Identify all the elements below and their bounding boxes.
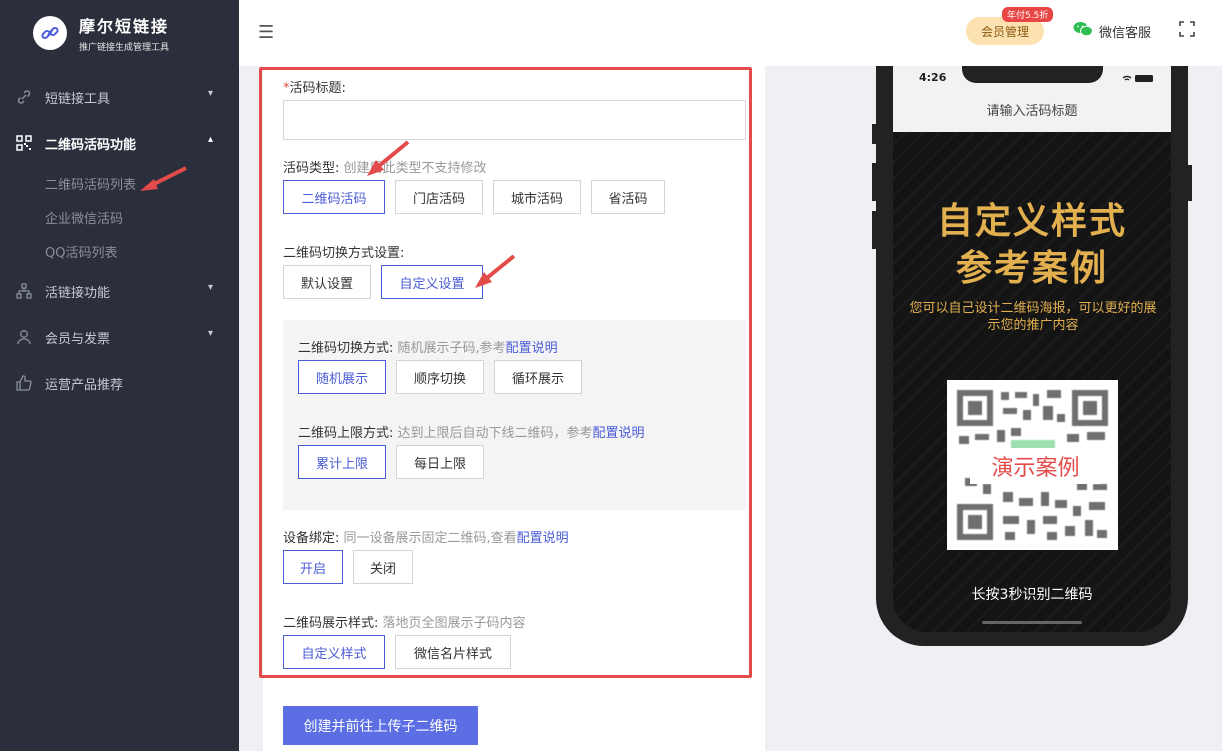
sidebar-subitem-qrcode-list[interactable]: 二维码活码列表 [0,166,239,200]
sidebar: 摩尔短链接 推广链接生成管理工具 短链接工具 ▾ 二维码活码功能 ▴ 二维码活码… [0,0,239,751]
sidebar-item-qrcode[interactable]: 二维码活码功能 ▴ [0,120,239,166]
switch-default-button[interactable]: 默认设置 [283,265,371,299]
switch-mode-label: 二维码切换方式: 随机展示子码,参考配置说明 [298,341,558,356]
link-icon [15,88,33,106]
brand-subtitle: 推广链接生成管理工具 [79,43,170,53]
mode-cycle-button[interactable]: 循环展示 [494,360,582,394]
mode-random-button[interactable]: 随机展示 [298,360,386,394]
chevron-down-icon: ▾ [207,88,213,99]
limit-label: 二维码上限方式: 达到上限后自动下线二维码，参考配置说明 [298,426,645,441]
type-hint: 创建后此类型不支持修改 [343,161,487,176]
wechat-service-link[interactable]: 微信客服 [1073,21,1151,41]
sidebar-subitem-qq-code[interactable]: QQ活码列表 [0,234,239,268]
sidebar-item-label: 运营产品推荐 [45,377,124,393]
type-option-city[interactable]: 城市活码 [493,180,581,214]
type-label: 活码类型: 创建后此类型不支持修改 [283,161,487,176]
poster-heading-line1: 自定义样式 [936,201,1127,242]
preview-page-title: 请输入活码标题 [986,104,1078,119]
display-label: 二维码展示样式: 落地页全图展示子码内容 [283,616,526,631]
chevron-down-icon: ▾ [207,328,213,339]
sidebar-subitem-wecom-code[interactable]: 企业微信活码 [0,200,239,234]
create-submit-button[interactable]: 创建并前往上传子二维码 [283,706,478,745]
phone-notch [962,66,1103,83]
title-label: *活码标题: [283,81,346,96]
wechat-service-label: 微信客服 [1099,25,1152,41]
chevron-up-icon: ▴ [207,134,213,145]
qrcode-icon [15,134,33,152]
brand-title: 摩尔短链接 [79,17,170,36]
phone-screen: 4:26 请输入活码标题 自定义样式 参考案例 您可以自己设计二维码海报，可以更… [893,66,1171,632]
wechat-icon [1073,21,1093,41]
sidebar-item-label: 二维码活码功能 [45,137,137,153]
sidebar-item-short-link[interactable]: 短链接工具 ▾ [0,74,239,120]
phone-status-bar: 4:26 请输入活码标题 [893,66,1171,132]
config-help-link[interactable]: 配置说明 [593,426,645,441]
config-help-link[interactable]: 配置说明 [517,531,569,546]
type-option-qrcode[interactable]: 二维码活码 [283,180,385,214]
signal-battery-icon [1122,75,1153,82]
poster-heading-line2: 参考案例 [955,248,1108,289]
top-bar: ☰ 会员管理 年付5.5折 微信客服 [239,0,1222,66]
poster-description: 您可以自己设计二维码海报，可以更好的展示您的推广内容 [909,301,1157,333]
title-input[interactable] [283,100,746,140]
display-wechat-card-button[interactable]: 微信名片样式 [395,635,511,669]
sitemap-icon [15,282,33,300]
type-option-province[interactable]: 省活码 [591,180,665,214]
mode-sequential-button[interactable]: 顺序切换 [396,360,484,394]
long-press-hint: 长按3秒识别二维码 [971,587,1093,603]
chevron-down-icon: ▾ [207,282,213,293]
thumbs-up-icon [15,374,33,392]
device-off-button[interactable]: 关闭 [353,550,413,584]
switch-custom-button[interactable]: 自定义设置 [381,265,483,299]
home-indicator [982,621,1082,624]
device-label: 设备绑定: 同一设备展示固定二维码,查看配置说明 [283,531,569,546]
sidebar-item-label: 短链接工具 [45,91,111,107]
fullscreen-icon[interactable] [1179,21,1195,41]
switch-setting-label: 二维码切换方式设置: [283,246,405,261]
user-icon [15,328,33,346]
demo-case-label: 演示案例 [970,448,1101,484]
sidebar-item-label: 会员与发票 [45,331,111,347]
sidebar-item-products[interactable]: 运营产品推荐 [0,360,239,406]
config-help-link[interactable]: 配置说明 [506,341,558,356]
discount-badge: 年付5.5折 [1002,7,1054,22]
type-option-store[interactable]: 门店活码 [395,180,483,214]
brand-logo[interactable]: 摩尔短链接 推广链接生成管理工具 [0,0,239,66]
display-custom-button[interactable]: 自定义样式 [283,635,385,669]
status-time: 4:26 [919,71,947,84]
menu-toggle-icon[interactable]: ☰ [258,22,274,43]
sidebar-item-member-invoice[interactable]: 会员与发票 ▾ [0,314,239,360]
chain-link-logo-icon [33,16,67,50]
device-on-button[interactable]: 开启 [283,550,343,584]
limit-daily-button[interactable]: 每日上限 [396,445,484,479]
sidebar-item-label: 活链接功能 [45,285,111,301]
limit-total-button[interactable]: 累计上限 [298,445,386,479]
sidebar-item-live-link[interactable]: 活链接功能 ▾ [0,268,239,314]
